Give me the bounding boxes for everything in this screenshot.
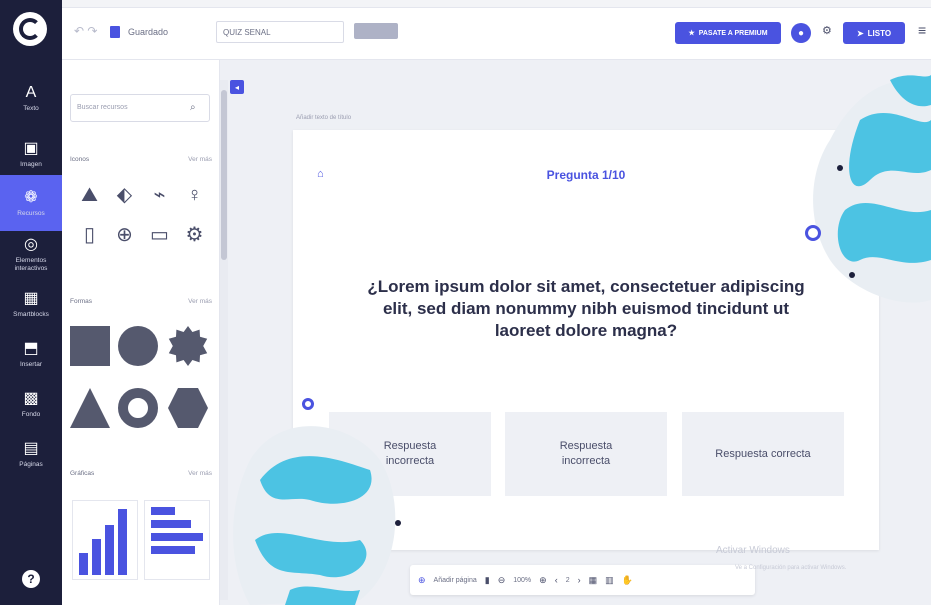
rail-item-insertar[interactable]: ⬒ Insertar [0, 326, 62, 382]
starburst-shape[interactable] [168, 326, 208, 366]
gears-icon[interactable]: ⚙ [177, 222, 212, 248]
bottom-toolbar: ⊕ Añadir página ▮ ⊖ 100% ⊕ ‹ 2 › ▦ ▥ ✋ [410, 565, 755, 595]
listo-label: LISTO [867, 28, 892, 38]
add-page-button[interactable]: Añadir página [434, 577, 477, 584]
section-head-graficas: Gráficas Ver más [70, 470, 212, 477]
zoom-out-icon[interactable]: ⊖ [498, 575, 506, 586]
pages-icon: ▤ [23, 439, 39, 457]
add-page-icon[interactable]: ⊕ [418, 575, 426, 586]
image-icon: ▣ [23, 139, 39, 157]
activate-windows-subtitle: Ve a Configuración para activar Windows. [735, 565, 847, 571]
rail-item-label: Texto [23, 104, 39, 112]
grid-view-icon[interactable]: ▦ [589, 575, 598, 586]
section-head-iconos: Iconos Ver más [70, 156, 212, 163]
browser-chrome [0, 0, 931, 8]
hbar-chart-thumbnail[interactable] [144, 500, 210, 580]
see-more-link[interactable]: Ver más [188, 298, 212, 305]
interactive-icon: ◎ [24, 235, 38, 253]
activate-windows-title: Activar Windows [716, 545, 790, 556]
rail-item-recursos[interactable]: ❁ Recursos [0, 175, 62, 231]
upload-icon[interactable]: ⬖ [107, 182, 142, 208]
answer-3[interactable]: Respuesta correcta [682, 412, 844, 496]
ring-decoration [302, 398, 314, 410]
marble-decoration-bottom [233, 426, 401, 605]
rail-item-label: Imagen [20, 160, 42, 168]
ring-decoration [805, 225, 821, 241]
pencil-icon[interactable]: ▯ [72, 222, 107, 248]
see-more-link[interactable]: Ver más [188, 156, 212, 163]
go-premium-button[interactable]: ★ PASATE A PREMIUM [675, 22, 781, 44]
prev-page-icon[interactable]: ‹ [555, 575, 558, 585]
answer-2[interactable]: Respuesta incorrecta [505, 412, 667, 496]
hexagon-shape[interactable] [168, 388, 208, 428]
rail-item-paginas[interactable]: ▤ Páginas [0, 426, 62, 482]
rail-item-label: Recursos [17, 209, 45, 217]
rail-item-texto[interactable]: A Texto [0, 70, 62, 126]
gear-icon[interactable]: ⚙ [822, 24, 832, 37]
left-rail: A Texto ▣ Imagen ❁ Recursos ◎ Elementos … [0, 0, 62, 605]
rail-item-smartblocks[interactable]: ▦ Smartblocks [0, 276, 62, 332]
see-more-link[interactable]: Ver más [188, 470, 212, 477]
help-icon[interactable]: ? [22, 570, 40, 588]
rail-item-interactivos[interactable]: ◎ Elementos interactivos [0, 226, 62, 282]
title-input[interactable] [216, 21, 344, 43]
rail-item-label: Fondo [21, 410, 41, 418]
hand-icon[interactable]: ✋ [622, 575, 633, 586]
icons-grid: ⛰ ⬖ ⌁ ♀ ▯ ⊕ ▭ ⚙ [72, 182, 212, 248]
send-icon: ➤ [856, 28, 864, 38]
tag-button[interactable] [354, 23, 398, 39]
question-text[interactable]: ¿Lorem ipsum dolor sit amet, consectetue… [353, 276, 819, 342]
ring-shape[interactable] [118, 388, 158, 428]
square-shape[interactable] [70, 326, 110, 366]
search-icon[interactable]: ⌕ [190, 102, 196, 113]
background-icon: ▩ [23, 389, 39, 407]
section-title: Gráficas [70, 470, 95, 477]
menu-icon[interactable]: ≡ [918, 22, 926, 38]
page-number: 2 [565, 576, 570, 584]
triangle-shape[interactable] [70, 388, 110, 428]
search-input[interactable]: Buscar recursos [70, 94, 210, 122]
laptop-icon[interactable]: ▭ [142, 222, 177, 248]
next-page-icon[interactable]: › [578, 575, 581, 585]
saved-status: Guardado [128, 27, 169, 37]
bulb-icon[interactable]: ♀ [177, 182, 212, 208]
top-toolbar: ↶ ↷ Guardado ★ PASATE A PREMIUM ● ⚙ ➤ LI… [62, 8, 931, 60]
mountain-icon[interactable]: ⛰ [72, 182, 107, 208]
circle-shape[interactable] [118, 326, 158, 366]
rail-item-label: Insertar [19, 360, 43, 368]
undo-redo-icon[interactable]: ↶ ↷ [74, 24, 97, 38]
rail-item-label: Páginas [19, 460, 43, 468]
smartblocks-icon: ▦ [23, 289, 39, 307]
zoom-in-icon[interactable]: ⊕ [539, 575, 547, 586]
globe-icon[interactable]: ⊕ [107, 222, 142, 248]
collapse-panel-icon[interactable]: ◂ [230, 80, 244, 94]
premium-label: PASATE A PREMIUM [698, 29, 768, 37]
section-title: Iconos [70, 156, 90, 163]
zoom-level: 100% [513, 576, 532, 584]
avatar[interactable]: ● [791, 23, 811, 43]
breadcrumb[interactable]: Añadir texto de título [296, 115, 351, 121]
rail-item-fondo[interactable]: ▩ Fondo [0, 376, 62, 432]
marble-decoration-top [813, 75, 931, 303]
section-title: Formas [70, 298, 93, 305]
panel-scrollbar[interactable] [220, 80, 228, 600]
question-counter: Pregunta 1/10 [546, 168, 626, 182]
rail-item-label: Elementos interactivos [14, 256, 48, 272]
listo-button[interactable]: ➤ LISTO [843, 22, 905, 44]
text-icon: A [25, 83, 37, 101]
bar-chart-thumbnail[interactable] [72, 500, 138, 580]
layout-icon[interactable]: ▥ [605, 575, 614, 586]
save-icon [110, 26, 120, 38]
trash-icon[interactable]: ▮ [485, 575, 490, 586]
resources-panel: Buscar recursos ⌕ Iconos Ver más ⛰ ⬖ ⌁ ♀… [62, 60, 220, 605]
rail-item-label: Smartblocks [13, 310, 49, 318]
section-head-formas: Formas Ver más [70, 298, 212, 305]
chart-line-icon[interactable]: ⌁ [142, 182, 177, 208]
resources-icon: ❁ [24, 188, 38, 206]
rail-item-imagen[interactable]: ▣ Imagen [0, 126, 62, 182]
genially-logo[interactable] [13, 12, 47, 46]
insert-icon: ⬒ [23, 339, 39, 357]
star-icon: ★ [688, 30, 695, 37]
